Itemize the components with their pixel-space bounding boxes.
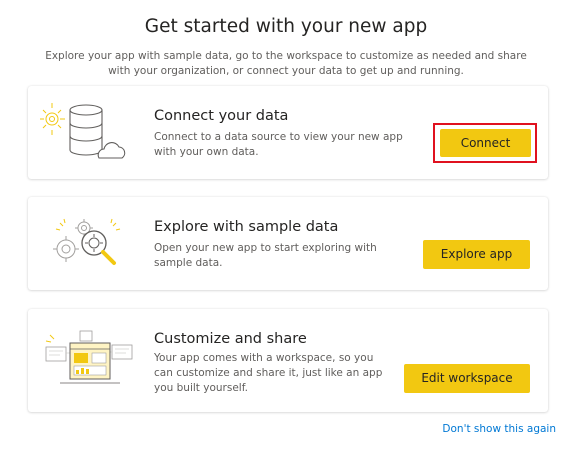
customize-share-description: Your app comes with a workspace, so you …: [154, 352, 383, 394]
dont-show-again-link[interactable]: Don't show this again: [442, 423, 556, 435]
get-started-page: Get started with your new app Explore yo…: [0, 0, 572, 467]
database-cloud-icon: [40, 103, 126, 159]
explore-sample-card: Explore with sample data Open your new a…: [28, 197, 548, 290]
connect-button[interactable]: Connect: [440, 129, 531, 157]
customize-share-title: Customize and share: [154, 331, 307, 347]
gears-magnifier-icon: [53, 218, 121, 265]
dashboard-share-icon: [45, 330, 133, 384]
explore-sample-description: Open your new app to start exploring wit…: [154, 242, 377, 269]
explore-app-button[interactable]: Explore app: [423, 240, 530, 269]
connect-data-description: Connect to a data source to view your ne…: [154, 131, 403, 158]
page-title: Get started with your new app: [144, 16, 428, 37]
connect-data-title: Connect your data: [154, 108, 289, 124]
page-subtitle: Explore your app with sample data, go to…: [45, 50, 527, 77]
explore-sample-title: Explore with sample data: [154, 219, 339, 235]
connect-data-card: Connect your data Connect to a data sour…: [28, 86, 548, 179]
customize-share-card: Customize and share Your app comes with …: [28, 309, 548, 412]
edit-workspace-button[interactable]: Edit workspace: [404, 364, 530, 393]
